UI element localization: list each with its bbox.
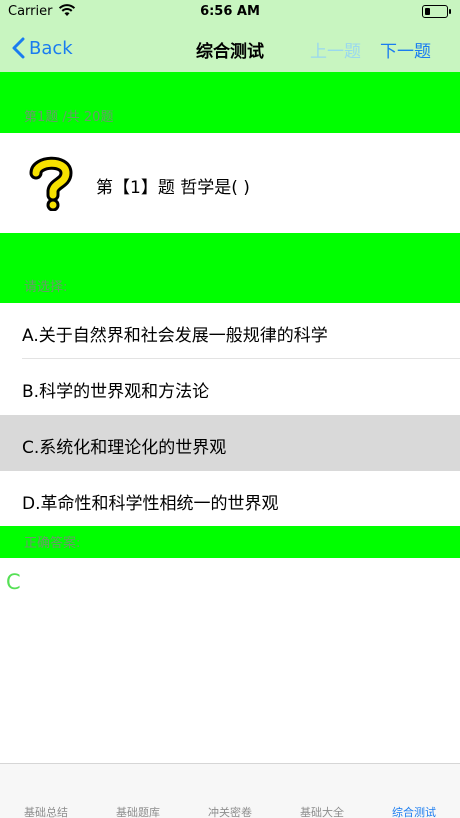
choose-header: 请选择: [0, 233, 460, 303]
option-d[interactable]: D.革命性和科学性相统一的世界观 [0, 471, 460, 527]
tab-basic-summary[interactable]: 基础总结 [0, 804, 92, 818]
tab-question-bank[interactable]: 基础题库 [92, 804, 184, 818]
progress-header: 第1题 /共 20题 [0, 72, 460, 133]
next-question-button[interactable]: 下一题 [380, 37, 431, 62]
status-bar: Carrier 6:56 AM [0, 0, 460, 24]
option-label: C.系统化和理论化的世界观 [22, 438, 227, 458]
answer-label: 正确答案: [24, 536, 81, 551]
progress-label: 第1题 /共 20题 [24, 110, 114, 125]
option-b[interactable]: B.科学的世界观和方法论 [0, 359, 460, 415]
question-mark-icon [29, 156, 73, 211]
tab-secret-papers[interactable]: 冲关密卷 [184, 804, 276, 818]
question-card: 第【1】题 哲学是( ) [0, 133, 460, 233]
answer-value: C [6, 570, 21, 594]
clock: 6:56 AM [200, 4, 260, 19]
option-a[interactable]: A.关于自然界和社会发展一般规律的科学 [0, 303, 460, 359]
nav-bar: Back 综合测试 上一题 下一题 [0, 24, 460, 72]
battery-icon [422, 5, 451, 18]
option-label: B.科学的世界观和方法论 [22, 382, 210, 402]
tab-basics-collection[interactable]: 基础大全 [276, 804, 368, 818]
tab-bar: 基础总结 基础题库 冲关密卷 基础大全 综合测试 [0, 763, 460, 818]
option-c[interactable]: C.系统化和理论化的世界观 [0, 415, 460, 471]
battery-fill [424, 7, 430, 15]
option-label: A.关于自然界和社会发展一般规律的科学 [22, 326, 328, 346]
prev-question-button[interactable]: 上一题 [310, 37, 361, 62]
option-label: D.革命性和科学性相统一的世界观 [22, 494, 279, 514]
tab-comprehensive-test[interactable]: 综合测试 [368, 804, 460, 818]
choose-label: 请选择: [24, 280, 68, 295]
answer-header: 正确答案: [0, 526, 460, 558]
question-text: 第【1】题 哲学是( ) [96, 178, 250, 198]
